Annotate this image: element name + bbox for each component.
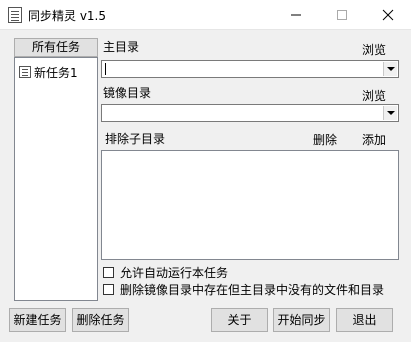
task-document-icon bbox=[19, 66, 31, 78]
task-list-item[interactable]: 新任务1 bbox=[19, 64, 78, 80]
all-tasks-header[interactable]: 所有任务 bbox=[14, 38, 98, 57]
task-item-label: 新任务1 bbox=[34, 65, 78, 80]
task-list[interactable]: 新任务1 bbox=[14, 57, 98, 301]
auto-run-checkbox[interactable]: 允许自动运行本任务 bbox=[103, 264, 228, 281]
checkbox-square[interactable] bbox=[103, 267, 114, 278]
mirror-dir-browse-link[interactable]: 浏览 bbox=[362, 87, 386, 104]
close-icon bbox=[382, 9, 394, 21]
main-dir-combobox[interactable] bbox=[101, 60, 399, 78]
minimize-button[interactable] bbox=[273, 0, 319, 30]
new-task-button[interactable]: 新建任务 bbox=[9, 308, 66, 332]
exclude-add-link[interactable]: 添加 bbox=[362, 131, 386, 148]
exit-button[interactable]: 退出 bbox=[336, 308, 393, 332]
chevron-down-icon[interactable] bbox=[383, 62, 397, 76]
maximize-icon bbox=[337, 10, 347, 20]
window-title: 同步精灵 v1.5 bbox=[28, 9, 107, 23]
text-caret bbox=[105, 63, 106, 75]
checkbox-square[interactable] bbox=[103, 284, 114, 295]
main-dir-browse-link[interactable]: 浏览 bbox=[362, 41, 386, 58]
about-button[interactable]: 关于 bbox=[211, 308, 268, 332]
auto-run-label: 允许自动运行本任务 bbox=[120, 266, 229, 280]
minimize-icon bbox=[291, 14, 301, 16]
delete-extra-checkbox[interactable]: 删除镜像目录中存在但主目录中没有的文件和目录 bbox=[103, 281, 384, 298]
exclude-delete-link[interactable]: 删除 bbox=[313, 131, 337, 148]
chevron-down-icon[interactable] bbox=[383, 106, 397, 120]
exclude-list[interactable] bbox=[101, 150, 399, 260]
app-icon bbox=[8, 7, 22, 23]
exclude-label: 排除子目录 bbox=[105, 132, 166, 146]
title-bar: 同步精灵 v1.5 bbox=[0, 0, 411, 30]
start-sync-button[interactable]: 开始同步 bbox=[273, 308, 330, 332]
close-button[interactable] bbox=[365, 0, 411, 30]
main-dir-label: 主目录 bbox=[103, 40, 140, 54]
delete-extra-label: 删除镜像目录中存在但主目录中没有的文件和目录 bbox=[120, 283, 385, 297]
mirror-dir-label: 镜像目录 bbox=[103, 86, 152, 100]
maximize-button[interactable] bbox=[319, 0, 365, 30]
delete-task-button[interactable]: 删除任务 bbox=[72, 308, 129, 332]
mirror-dir-combobox[interactable] bbox=[101, 104, 399, 122]
